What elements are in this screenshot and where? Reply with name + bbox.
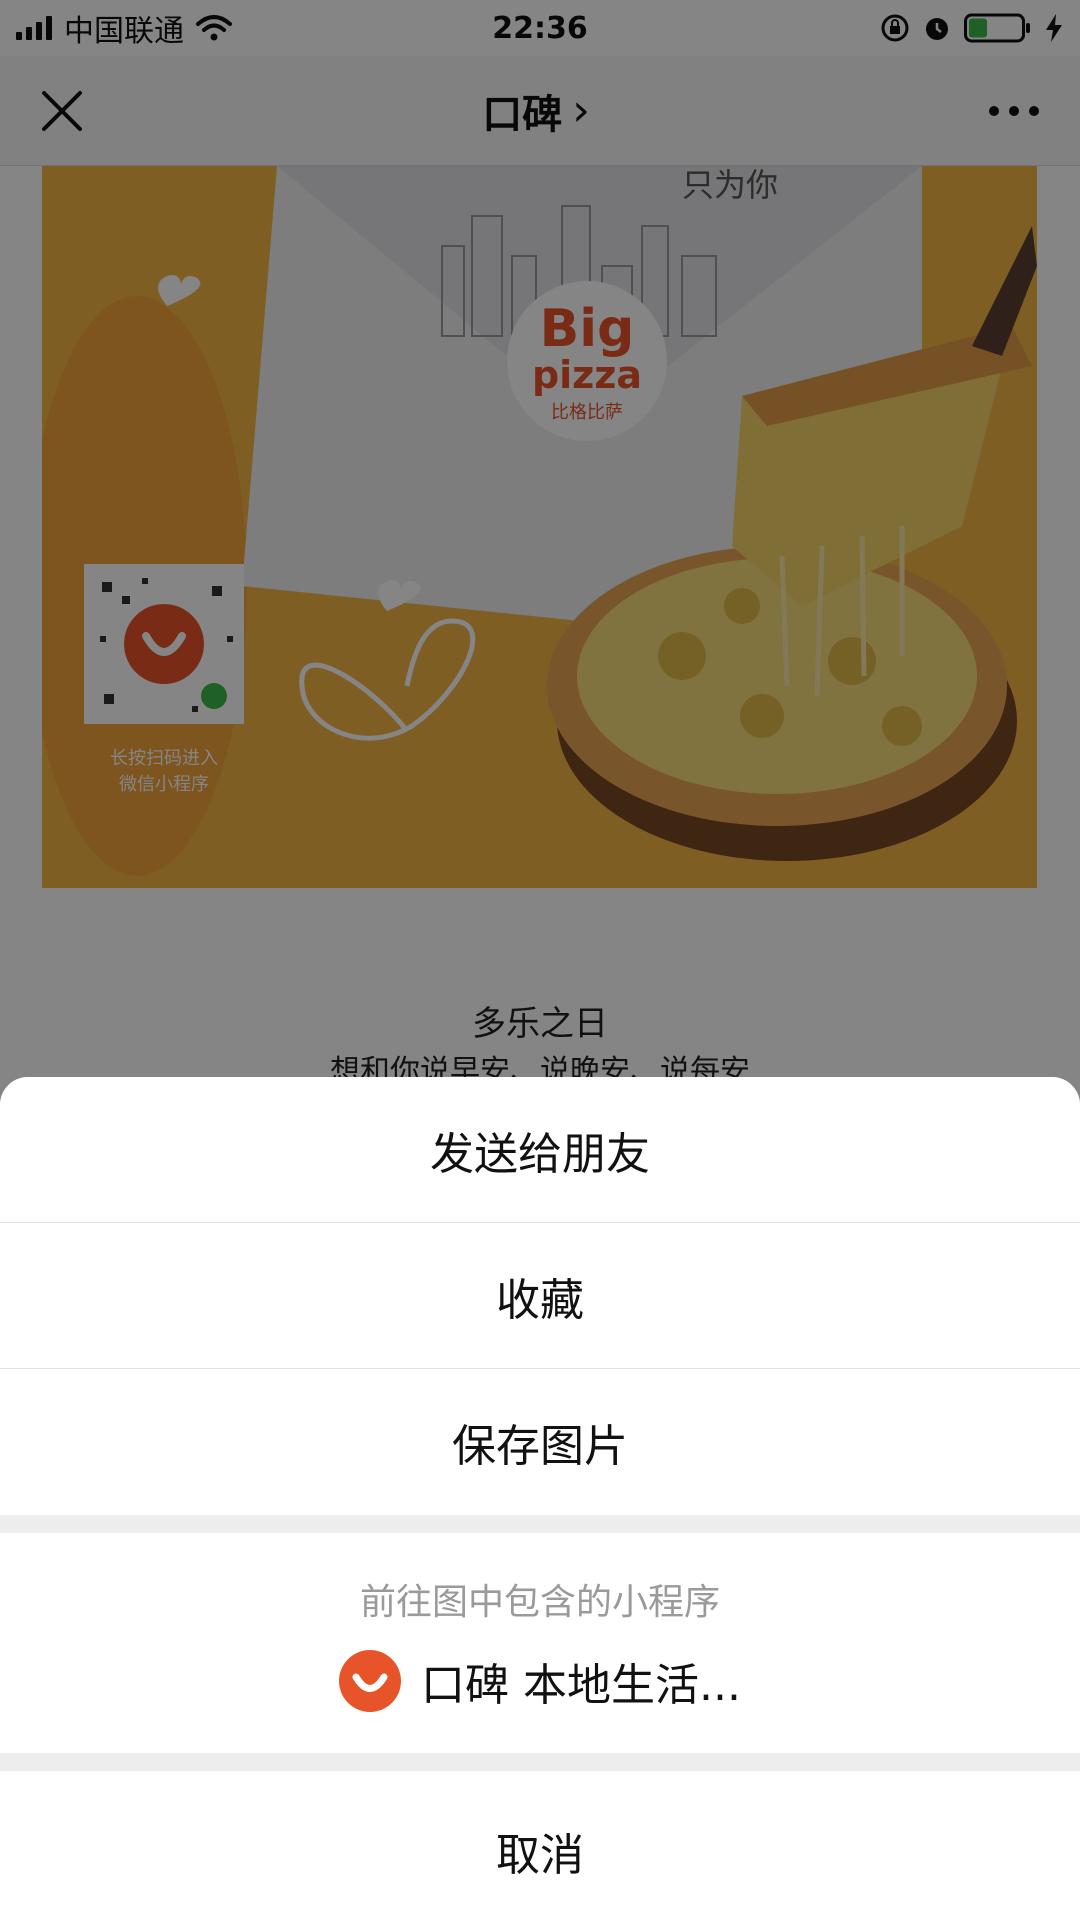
screen: 中国联通 22:36 口碑 › Big pizza 比格比萨 只为你 长按扫码进…: [0, 0, 1080, 1920]
favorite-button[interactable]: 收藏: [0, 1223, 1080, 1369]
open-mini-program-button[interactable]: 口碑 本地生活...: [339, 1649, 741, 1713]
cancel-button[interactable]: 取消: [0, 1771, 1080, 1920]
mini-program-section: 前往图中包含的小程序 口碑 本地生活...: [0, 1533, 1080, 1753]
send-to-friend-button[interactable]: 发送给朋友: [0, 1077, 1080, 1223]
koubei-logo-icon: [339, 1650, 402, 1712]
mini-program-name: 口碑 本地生活...: [421, 1660, 741, 1711]
mini-program-hint: 前往图中包含的小程序: [359, 1582, 720, 1623]
action-sheet: 发送给朋友 收藏 保存图片 前往图中包含的小程序 口碑 本地生活... 取消: [0, 1077, 1080, 1920]
save-image-button[interactable]: 保存图片: [0, 1369, 1080, 1515]
